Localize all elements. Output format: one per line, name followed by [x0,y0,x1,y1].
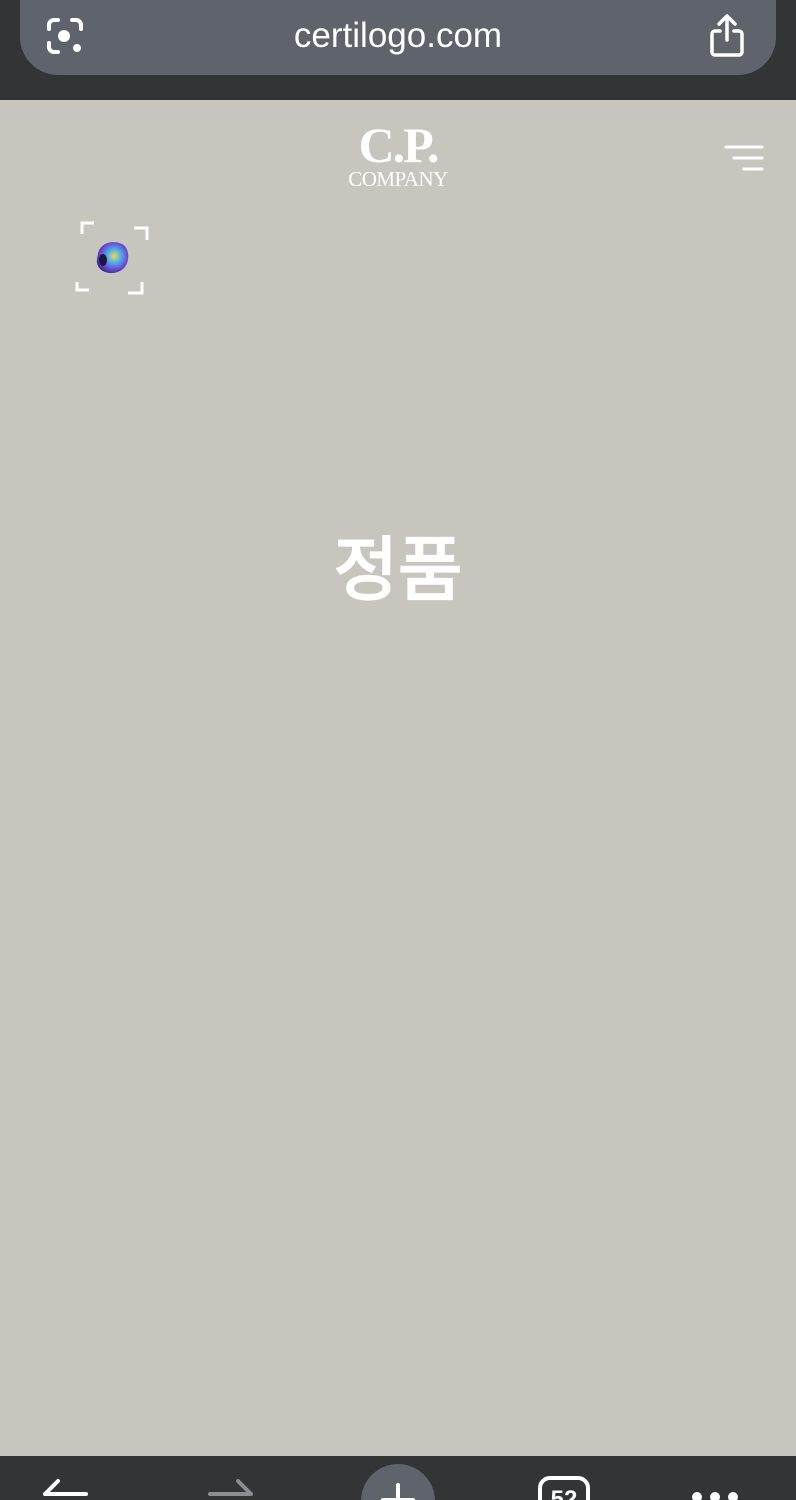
back-arrow-icon[interactable] [40,1478,90,1500]
browser-top-bar: certilogo.com [0,0,796,100]
brand-logo[interactable]: C.P. COMPANY [318,117,478,191]
more-dots-icon[interactable] [690,1490,740,1500]
share-icon[interactable] [708,14,746,58]
logo-main-text: C.P. [358,117,439,173]
hamburger-menu-icon[interactable] [724,144,764,172]
new-tab-button[interactable] [361,1464,435,1500]
logo-sub-text: COMPANY [348,167,448,191]
authenticity-status: 정품 [333,529,463,611]
address-bar[interactable]: certilogo.com [20,0,776,75]
google-lens-icon[interactable] [45,16,85,56]
browser-bottom-toolbar: 52 [0,1456,796,1500]
url-text[interactable]: certilogo.com [20,0,776,72]
scan-frame-icon[interactable] [74,220,150,296]
plus-icon [381,1483,415,1500]
web-page: C.P. COMPANY 정품 [0,100,796,1456]
forward-arrow-icon[interactable] [206,1478,256,1500]
tabs-count-button[interactable]: 52 [538,1476,590,1500]
